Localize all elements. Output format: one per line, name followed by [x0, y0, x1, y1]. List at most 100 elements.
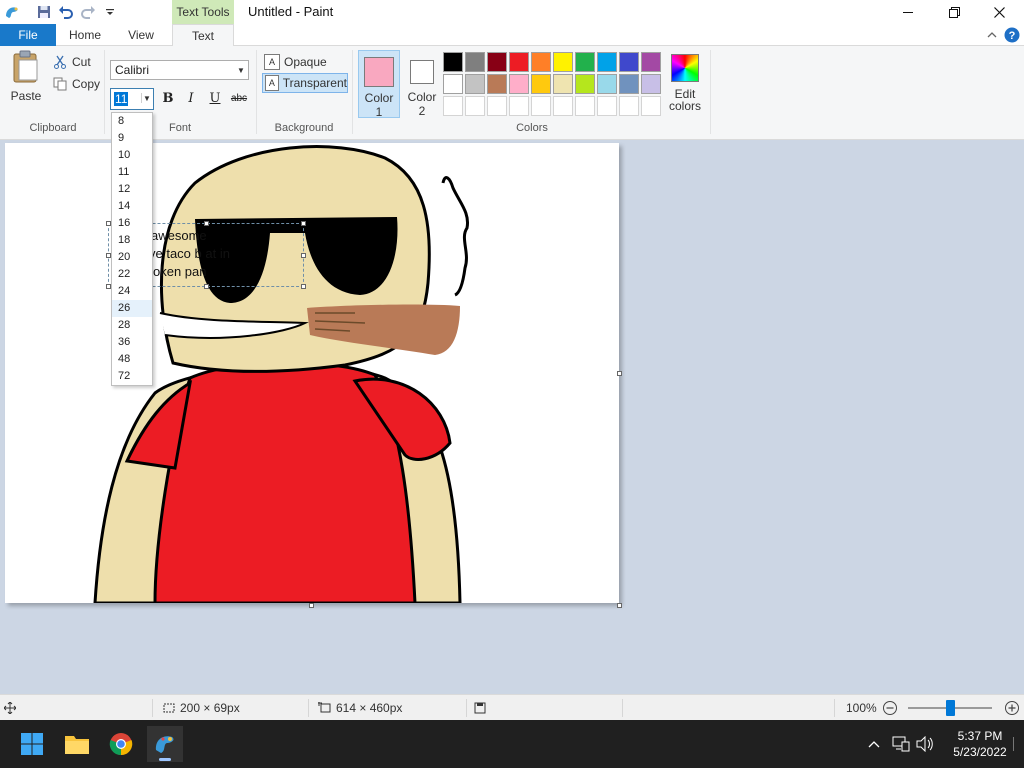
paste-button[interactable]: Paste: [6, 50, 46, 108]
quick-access-toolbar: [0, 0, 120, 24]
resize-handle[interactable]: [204, 284, 209, 289]
palette-color-swatch[interactable]: [619, 52, 639, 72]
palette-color-swatch[interactable]: [509, 74, 529, 94]
font-size-option[interactable]: 16: [112, 215, 152, 232]
italic-button[interactable]: I: [181, 88, 201, 108]
palette-custom-swatch[interactable]: [641, 96, 661, 116]
palette-color-swatch[interactable]: [597, 52, 617, 72]
paint-app-icon[interactable]: [2, 2, 22, 22]
save-icon[interactable]: [34, 2, 54, 22]
palette-custom-swatch[interactable]: [465, 96, 485, 116]
tab-home[interactable]: Home: [58, 24, 112, 46]
palette-color-swatch[interactable]: [487, 74, 507, 94]
resize-handle[interactable]: [301, 284, 306, 289]
cut-button[interactable]: Cut: [52, 54, 91, 70]
transparent-button[interactable]: A Transparent: [262, 73, 348, 93]
volume-icon[interactable]: [914, 720, 936, 768]
window-title: Untitled - Paint: [248, 4, 334, 19]
opaque-button[interactable]: A Opaque: [262, 52, 348, 72]
palette-custom-swatch[interactable]: [575, 96, 595, 116]
help-icon[interactable]: ?: [1004, 26, 1020, 44]
chrome-button[interactable]: [103, 726, 139, 762]
tab-text[interactable]: Text: [172, 24, 234, 47]
font-size-option[interactable]: 9: [112, 130, 152, 147]
palette-color-swatch[interactable]: [443, 52, 463, 72]
canvas-resize-handle[interactable]: [617, 371, 622, 376]
palette-color-swatch[interactable]: [531, 52, 551, 72]
start-button[interactable]: [14, 726, 50, 762]
collapse-ribbon-icon[interactable]: [984, 26, 1000, 44]
font-size-combo[interactable]: 11 ▼: [110, 88, 154, 110]
paint-taskbar-button[interactable]: [147, 726, 183, 762]
palette-custom-swatch[interactable]: [597, 96, 617, 116]
color2-button[interactable]: Color 2: [401, 50, 443, 118]
palette-custom-swatch[interactable]: [531, 96, 551, 116]
palette-custom-swatch[interactable]: [443, 96, 463, 116]
edit-colors-button[interactable]: Edit colors: [664, 50, 706, 120]
show-hidden-icons-button[interactable]: [864, 720, 884, 768]
font-size-option[interactable]: 8: [112, 113, 152, 130]
palette-color-swatch[interactable]: [531, 74, 551, 94]
font-size-option[interactable]: 20: [112, 249, 152, 266]
palette-color-swatch[interactable]: [575, 74, 595, 94]
redo-icon[interactable]: [78, 2, 98, 22]
notifications-icon[interactable]: [1006, 720, 1022, 768]
font-family-combo[interactable]: Calibri ▼: [110, 60, 249, 80]
customize-qat-icon[interactable]: [100, 2, 120, 22]
font-size-option[interactable]: 12: [112, 181, 152, 198]
palette-color-swatch[interactable]: [619, 74, 639, 94]
palette-color-swatch[interactable]: [443, 74, 463, 94]
palette-custom-swatch[interactable]: [619, 96, 639, 116]
palette-custom-swatch[interactable]: [487, 96, 507, 116]
font-size-option[interactable]: 72: [112, 368, 152, 385]
font-size-option[interactable]: 11: [112, 164, 152, 181]
font-size-option[interactable]: 10: [112, 147, 152, 164]
palette-custom-swatch[interactable]: [509, 96, 529, 116]
strikethrough-button[interactable]: abc: [228, 88, 250, 108]
network-icon[interactable]: [890, 720, 912, 768]
font-size-option[interactable]: 22: [112, 266, 152, 283]
color1-number: 1: [375, 105, 383, 119]
palette-color-swatch[interactable]: [553, 74, 573, 94]
minimize-button[interactable]: [885, 0, 931, 24]
palette-color-swatch[interactable]: [487, 52, 507, 72]
palette-custom-swatch[interactable]: [553, 96, 573, 116]
resize-handle[interactable]: [301, 221, 306, 226]
font-size-option[interactable]: 26: [112, 300, 152, 317]
font-size-option[interactable]: 24: [112, 283, 152, 300]
zoom-out-button[interactable]: [882, 695, 898, 721]
palette-color-swatch[interactable]: [553, 52, 573, 72]
chevron-down-icon[interactable]: ▼: [141, 93, 152, 103]
font-size-option[interactable]: 48: [112, 351, 152, 368]
copy-button[interactable]: Copy: [52, 76, 100, 92]
palette-color-swatch[interactable]: [465, 52, 485, 72]
drawing-canvas[interactable]: awesome ve taco b at in oken pan: [5, 143, 619, 603]
underline-button[interactable]: U: [205, 88, 225, 108]
file-explorer-button[interactable]: [59, 726, 95, 762]
tab-file[interactable]: File: [0, 24, 56, 46]
color1-button[interactable]: Color 1: [358, 50, 400, 119]
bold-button[interactable]: B: [158, 88, 178, 108]
font-size-option[interactable]: 28: [112, 317, 152, 334]
palette-color-swatch[interactable]: [641, 74, 661, 94]
cut-label: Cut: [72, 55, 91, 69]
font-size-option[interactable]: 18: [112, 232, 152, 249]
palette-color-swatch[interactable]: [509, 52, 529, 72]
palette-color-swatch[interactable]: [597, 74, 617, 94]
tab-view[interactable]: View: [114, 24, 168, 46]
zoom-slider-thumb[interactable]: [946, 700, 955, 716]
resize-handle[interactable]: [204, 221, 209, 226]
zoom-level: 100%: [846, 701, 877, 715]
palette-color-swatch[interactable]: [575, 52, 595, 72]
zoom-in-button[interactable]: [1004, 695, 1020, 721]
restore-button[interactable]: [931, 0, 977, 24]
font-size-option[interactable]: 14: [112, 198, 152, 215]
canvas-resize-handle[interactable]: [617, 603, 622, 608]
palette-color-swatch[interactable]: [641, 52, 661, 72]
resize-handle[interactable]: [301, 253, 306, 258]
undo-icon[interactable]: [56, 2, 76, 22]
canvas-resize-handle[interactable]: [309, 603, 314, 608]
palette-color-swatch[interactable]: [465, 74, 485, 94]
close-button[interactable]: [976, 0, 1022, 24]
font-size-option[interactable]: 36: [112, 334, 152, 351]
